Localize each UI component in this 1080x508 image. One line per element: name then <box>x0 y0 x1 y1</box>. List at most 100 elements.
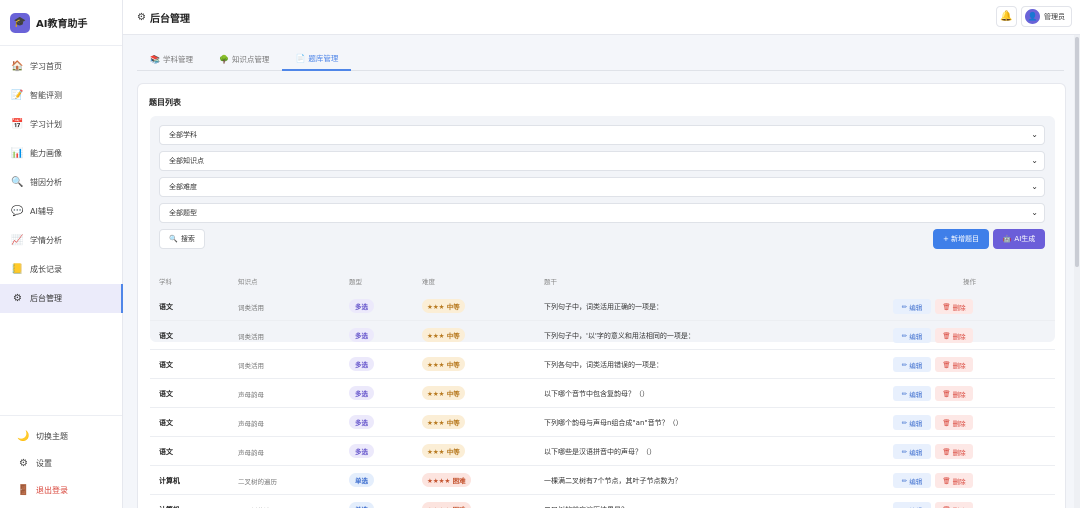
pencil-icon: ✏ <box>901 389 908 398</box>
brand[interactable]: 🎓 AI教育助手 <box>0 0 122 46</box>
tab-question-bank[interactable]: 📄 题库管理 <box>282 47 352 71</box>
edit-button[interactable]: ✏编辑 <box>893 357 931 372</box>
add-question-button[interactable]: + 新增题目 <box>933 229 989 249</box>
page-scrollbar[interactable] <box>1074 35 1080 508</box>
edit-button[interactable]: ✏编辑 <box>893 502 931 508</box>
app-name: AI教育助手 <box>36 19 88 30</box>
table-row: 语文 声母韵母 多选 ★★★ 中等 以下哪个音节中包含复韵母？（） ✏ 编辑 🗑 删除 <box>150 379 1055 408</box>
edit-button[interactable]: ✏编辑 <box>893 415 931 430</box>
delete-button[interactable]: 🗑删除 <box>935 386 973 401</box>
edit-button[interactable]: ✏编辑 <box>893 473 931 488</box>
type-badge: 多选 <box>349 386 374 400</box>
sidebar-item-plan[interactable]: 📅 学习计划 <box>0 110 122 139</box>
edit-label: 编辑 <box>909 361 923 370</box>
sidebar-item-assessment[interactable]: 📝 智能评测 <box>0 81 122 110</box>
difficulty-badge: ★★★★ 困难 <box>422 473 471 487</box>
cell-subject: 语文 <box>159 419 173 427</box>
difficulty-select[interactable]: 全部难度 ⌄ <box>159 177 1045 197</box>
sidebar-item-admin[interactable]: ⚙ 后台管理 <box>0 284 123 313</box>
sidebar-item-label: 学情分析 <box>30 236 62 245</box>
sidebar-item-label: 学习计划 <box>30 120 62 129</box>
bell-icon[interactable]: 🔔 <box>996 6 1017 27</box>
add-label: + 新增题目 <box>942 235 980 243</box>
delete-button[interactable]: 🗑删除 <box>935 444 973 459</box>
cell-stem: 下列句子中，'以'字的意义和用法相同的一项是： <box>544 332 695 340</box>
delete-button[interactable]: 🗑删除 <box>935 357 973 372</box>
page-title: 后台管理 <box>149 13 190 25</box>
sidebar-bottom-label: 退出登录 <box>36 486 68 495</box>
trash-icon: 🗑 <box>942 418 951 427</box>
logout-icon: 🚪 <box>17 485 30 496</box>
delete-button[interactable]: 🗑删除 <box>935 328 973 343</box>
select-value: 全部知识点 <box>169 157 204 165</box>
pencil-icon: ✏ <box>901 302 908 311</box>
cell-knowledge: 二叉树的遍历 <box>238 478 277 486</box>
cell-knowledge: 词类活用 <box>238 362 264 370</box>
edit-button[interactable]: ✏编辑 <box>893 386 931 401</box>
cell-knowledge: 声母韵母 <box>238 449 264 457</box>
delete-button[interactable]: 🗑删除 <box>935 299 973 314</box>
trash-icon: 🗑 <box>942 302 951 311</box>
cell-stem: 一棵满二叉树有7个节点，其叶子节点数为？ <box>544 477 682 485</box>
type-select[interactable]: 全部题型 ⌄ <box>159 203 1045 223</box>
cell-subject: 语文 <box>159 390 173 398</box>
sidebar-item-ai-tutor[interactable]: 💬 AI辅导 <box>0 197 122 226</box>
sidebar-item-growth[interactable]: 📒 成长记录 <box>0 255 122 284</box>
delete-button[interactable]: 🗑删除 <box>935 502 973 508</box>
plan-icon: 📅 <box>11 119 24 130</box>
sidebar-item-learning-analysis[interactable]: 📈 学情分析 <box>0 226 122 255</box>
tab-knowledge-management[interactable]: 🌳 知识点管理 <box>206 47 282 71</box>
cell-knowledge: 声母韵母 <box>238 420 264 428</box>
delete-label: 删除 <box>952 303 966 312</box>
question-list-card: 题目列表 全部学科 ⌄ 全部知识点 ⌄ 全部难度 ⌄ 全部题型 ⌄ 🔍 搜索 + 新增题目… <box>137 83 1066 508</box>
delete-button[interactable]: 🗑删除 <box>935 415 973 430</box>
type-badge: 多选 <box>349 357 374 371</box>
delete-label: 删除 <box>952 419 966 428</box>
sidebar: 🎓 AI教育助手 🏠 学习首页 📝 智能评测 📅 学习计划 📊 能力画像 🔍 错因分析 💬 AI辅导 📈… <box>0 0 123 508</box>
sidebar-bottom: 🌙 切换主题 ⚙ 设置 🚪 退出登录 <box>0 415 122 508</box>
sidebar-item-home[interactable]: 🏠 学习首页 <box>0 52 122 81</box>
cell-stem: 下列各句中，词类活用错误的一项是： <box>544 361 663 369</box>
col-subject: 学科 <box>159 278 172 286</box>
settings-button[interactable]: ⚙ 设置 <box>0 450 122 477</box>
subject-select[interactable]: 全部学科 ⌄ <box>159 125 1045 145</box>
cell-knowledge: 声母韵母 <box>238 391 264 399</box>
trash-icon: 🗑 <box>942 447 951 456</box>
col-stem: 题干 <box>544 278 557 286</box>
delete-label: 删除 <box>952 477 966 486</box>
delete-label: 删除 <box>953 505 966 508</box>
knowledge-select[interactable]: 全部知识点 ⌄ <box>159 151 1045 171</box>
edit-button[interactable]: ✏编辑 <box>893 328 931 343</box>
select-value: 全部难度 <box>169 183 197 191</box>
theme-toggle-button[interactable]: 🌙 切换主题 <box>0 423 122 450</box>
tab-subject-management[interactable]: 📚 学科管理 <box>137 47 206 71</box>
admin-tabs: 📚 学科管理 🌳 知识点管理 📄 题库管理 <box>137 47 1064 71</box>
sidebar-item-profile[interactable]: 📊 能力画像 <box>0 139 122 168</box>
delete-button[interactable]: 🗑删除 <box>935 473 973 488</box>
cell-knowledge: 词类活用 <box>238 333 264 341</box>
edit-button[interactable]: ✏编辑 <box>893 444 931 459</box>
tab-label: 学科管理 <box>162 54 193 64</box>
type-badge: 多选 <box>349 415 374 429</box>
type-badge: 单选 <box>349 502 374 508</box>
logout-button[interactable]: 🚪 退出登录 <box>0 477 122 504</box>
table-row: 语文 声母韵母 多选 ★★★ 中等 以下哪些是汉语拼音中的声母？（） ✏ 编辑 🗑 删除 <box>150 437 1055 466</box>
assessment-icon: 📝 <box>11 90 24 101</box>
profile-icon: 📊 <box>11 148 24 159</box>
sidebar-bottom-label: 设置 <box>36 459 52 468</box>
difficulty-badge: ★★★ 中等 <box>422 357 465 371</box>
select-value: 全部题型 <box>169 209 197 217</box>
cell-subject: 语文 <box>159 303 173 311</box>
select-value: 全部学科 <box>169 131 197 139</box>
edit-button[interactable]: ✏编辑 <box>893 299 931 314</box>
scroll-thumb[interactable] <box>1075 37 1079 267</box>
edit-label: 编辑 <box>909 505 922 508</box>
sidebar-item-error-analysis[interactable]: 🔍 错因分析 <box>0 168 122 197</box>
type-badge: 多选 <box>349 444 374 458</box>
edit-label: 编辑 <box>909 390 923 399</box>
user-menu[interactable]: 👤 管理员 <box>1021 6 1072 27</box>
sidebar-nav: 🏠 学习首页 📝 智能评测 📅 学习计划 📊 能力画像 🔍 错因分析 💬 AI辅导 📈 学情分析 📒 成长记录… <box>0 52 123 313</box>
ai-generate-button[interactable]: 🤖 AI生成 <box>993 229 1045 249</box>
search-button[interactable]: 🔍 搜索 <box>159 229 205 249</box>
difficulty-badge: ★★★ 中等 <box>422 444 465 458</box>
